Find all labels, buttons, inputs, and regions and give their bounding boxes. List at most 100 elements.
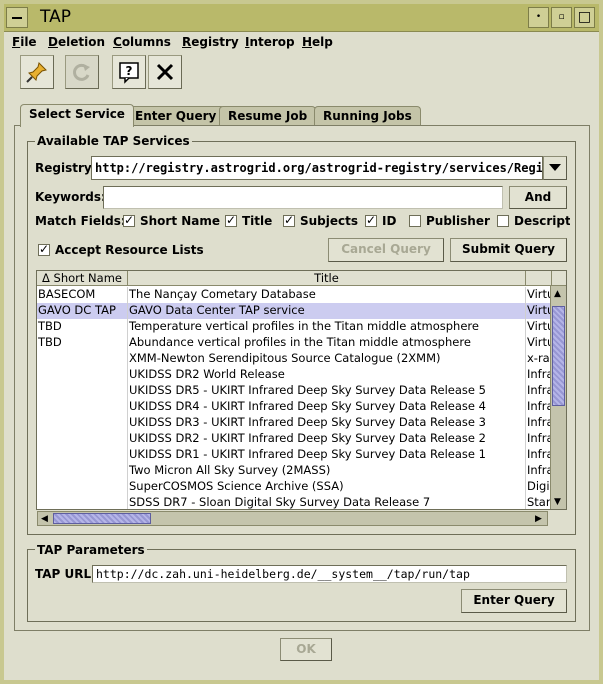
cell-title: Two Micron All Sky Survey (2MASS) (128, 463, 526, 479)
cell-extra: Infra (527, 367, 552, 383)
table-row[interactable]: Two Micron All Sky Survey (2MASS) Infra (37, 463, 552, 479)
tap-url-input[interactable]: http://dc.zah.uni-heidelberg.de/__system… (92, 565, 567, 583)
table-row[interactable]: UKIDSS DR1 - UKIRT Infrared Deep Sky Sur… (37, 447, 552, 463)
restore-icon[interactable]: □ (574, 7, 595, 28)
match-short-name-checkbox[interactable] (123, 213, 135, 227)
reload-button[interactable] (65, 55, 99, 89)
registry-dropdown-button[interactable] (543, 156, 567, 180)
cell-short-name (37, 447, 128, 463)
cell-extra: Infra (527, 463, 552, 479)
cell-title: Abundance vertical profiles in the Titan… (128, 335, 526, 351)
tap-url-label: TAP URL: (35, 567, 96, 581)
match-short-name-label: Short Name (140, 214, 221, 228)
tab-resume-job[interactable]: Resume Job (219, 106, 317, 126)
cell-extra: Virtu (527, 303, 552, 319)
menu-registry[interactable]: Registry (182, 35, 239, 49)
cell-extra: Infra (527, 431, 552, 447)
table-row[interactable]: XMM-Newton Serendipitous Source Catalogu… (37, 351, 552, 367)
tab-select-service[interactable]: Select Service (20, 104, 134, 127)
cell-title: UKIDSS DR4 - UKIRT Infrared Deep Sky Sur… (128, 399, 526, 415)
match-publisher-label: Publisher (426, 214, 490, 228)
table-row[interactable]: UKIDSS DR5 - UKIRT Infrared Deep Sky Sur… (37, 383, 552, 399)
cell-short-name (37, 383, 128, 399)
available-services-title: Available TAP Services (35, 134, 192, 148)
match-id-checkbox[interactable] (365, 213, 377, 227)
close-icon (156, 63, 174, 81)
vertical-scrollbar[interactable]: ▲ ▼ (550, 286, 566, 509)
cell-title: SuperCOSMOS Science Archive (SSA) (128, 479, 526, 495)
cell-extra: Virtu (527, 319, 552, 335)
table-row[interactable]: UKIDSS DR2 World Release Infra (37, 367, 552, 383)
table-row[interactable]: UKIDSS DR4 - UKIRT Infrared Deep Sky Sur… (37, 399, 552, 415)
cancel-query-button[interactable]: Cancel Query (328, 238, 444, 262)
match-publisher-checkbox[interactable] (409, 215, 421, 227)
table-row[interactable]: UKIDSS DR2 - UKIRT Infrared Deep Sky Sur… (37, 431, 552, 447)
match-subjects-checkbox[interactable] (283, 213, 295, 227)
match-subjects-label: Subjects (300, 214, 359, 228)
cell-title: UKIDSS DR1 - UKIRT Infrared Deep Sky Sur… (128, 447, 526, 463)
cell-short-name (37, 463, 128, 479)
scroll-down-icon[interactable]: ▼ (554, 496, 561, 508)
cell-title: UKIDSS DR2 - UKIRT Infrared Deep Sky Sur… (128, 431, 526, 447)
close-button[interactable] (148, 55, 182, 89)
menu-interop[interactable]: Interop (245, 35, 295, 49)
table-row[interactable]: BASECOM The Nançay Cometary Database Virtu (37, 287, 552, 303)
match-fields-label: Match Fields: (35, 214, 126, 228)
keywords-input[interactable] (103, 186, 503, 209)
cell-short-name (37, 495, 128, 509)
enter-query-button[interactable]: Enter Query (461, 589, 567, 613)
cell-short-name (37, 399, 128, 415)
submit-query-button[interactable]: Submit Query (450, 238, 567, 262)
table-row[interactable]: UKIDSS DR3 - UKIRT Infrared Deep Sky Sur… (37, 415, 552, 431)
table-row[interactable]: TBD Abundance vertical profiles in the Ti… (37, 335, 552, 351)
registry-label: Registry: (35, 161, 97, 175)
column-header-title[interactable]: Title (128, 271, 526, 286)
table-header: Δ Short Name Title (37, 271, 566, 286)
pin-icon (26, 62, 47, 83)
svg-text:?: ? (126, 64, 133, 78)
accept-resource-lists-label: Accept Resource Lists (55, 243, 204, 257)
menu-file[interactable]: File (12, 35, 37, 49)
match-title-checkbox[interactable] (225, 213, 237, 227)
match-title-label: Title (242, 214, 273, 228)
table-row[interactable]: SDSS DR7 - Sloan Digital Sky Survey Data… (37, 495, 552, 509)
help-button[interactable]: ? (112, 55, 146, 89)
maximize-icon[interactable]: ▫ (551, 7, 572, 28)
vertical-scroll-thumb[interactable] (552, 306, 565, 406)
cell-extra: Infra (527, 383, 552, 399)
registry-combo[interactable]: http://registry.astrogrid.org/astrogrid-… (91, 156, 543, 180)
window-menu-icon[interactable] (6, 7, 28, 28)
horizontal-scroll-thumb[interactable] (53, 513, 151, 524)
tab-running-jobs[interactable]: Running Jobs (314, 106, 421, 126)
column-header-short-name[interactable]: Δ Short Name (37, 271, 128, 286)
cell-extra: Digi (526, 479, 552, 495)
cell-title: The Nançay Cometary Database (128, 287, 526, 303)
window-title: TAP (40, 7, 71, 27)
match-description-checkbox[interactable] (497, 215, 509, 227)
pin-button[interactable] (20, 55, 54, 89)
table-row[interactable]: SuperCOSMOS Science Archive (SSA) Digi (37, 479, 552, 495)
cell-short-name (37, 431, 128, 447)
minimize-icon[interactable]: • (528, 7, 549, 28)
menu-deletion[interactable]: Deletion (48, 35, 105, 49)
menu-columns[interactable]: Columns (113, 35, 171, 49)
cell-extra: Infra (527, 447, 552, 463)
cell-extra: Virtu (527, 287, 552, 303)
chevron-down-icon (549, 164, 561, 171)
services-table[interactable]: Δ Short Name Title BASECOM The Nançay Com… (36, 270, 567, 510)
column-header-extra[interactable] (526, 271, 552, 286)
ok-button[interactable]: OK (280, 638, 332, 661)
table-row[interactable]: GAVO DC TAP GAVO Data Center TAP service V… (37, 303, 552, 319)
accept-resource-lists-checkbox[interactable] (38, 242, 50, 256)
scroll-left-icon[interactable]: ◀ (41, 513, 48, 525)
menu-help[interactable]: Help (302, 35, 333, 49)
scroll-right-icon[interactable]: ▶ (535, 513, 542, 525)
and-button[interactable]: And (509, 186, 567, 209)
cell-short-name: TBD (37, 335, 128, 351)
cell-title: GAVO Data Center TAP service (128, 303, 526, 319)
help-icon: ? (119, 62, 139, 84)
scroll-up-icon[interactable]: ▲ (554, 288, 561, 300)
horizontal-scrollbar[interactable]: ◀ ▶ (37, 511, 548, 526)
tab-enter-query[interactable]: Enter Query (126, 106, 226, 126)
table-row[interactable]: TBD Temperature vertical profiles in the … (37, 319, 552, 335)
